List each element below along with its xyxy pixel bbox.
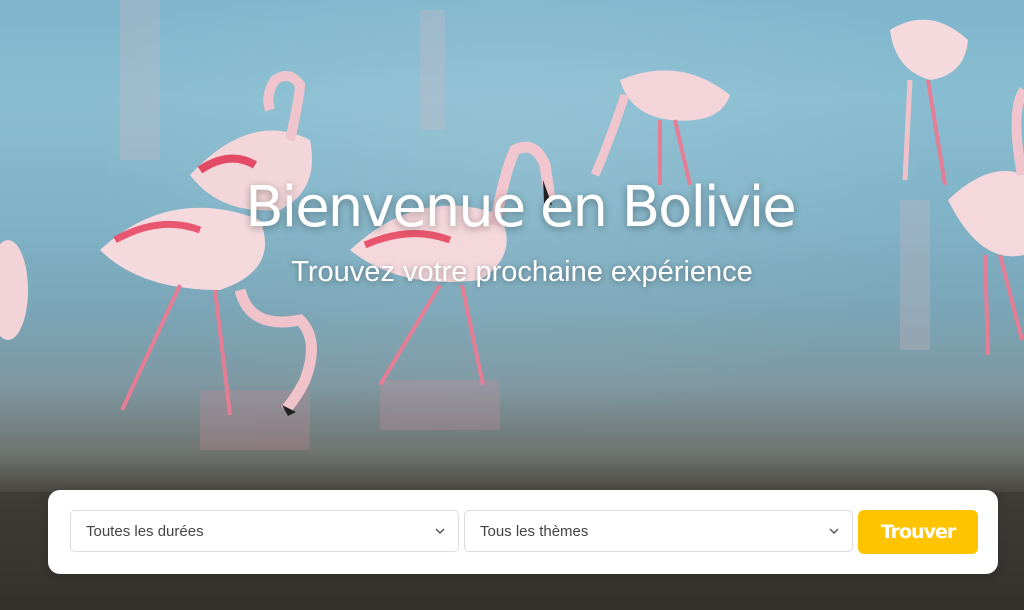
flamingo-photo	[0, 0, 1024, 450]
hero-banner: Bienvenue en Bolivie Trouvez votre proch…	[0, 0, 1024, 492]
page-subtitle: Trouvez votre prochaine expérience	[291, 256, 753, 288]
chevron-down-icon	[829, 528, 839, 534]
theme-select-value: Tous les thèmes	[480, 523, 589, 540]
duration-select-value: Toutes les durées	[86, 523, 204, 540]
page-title: Bienvenue en Bolivie	[245, 175, 796, 240]
search-form: Toutes les durées Tous les thèmes Trouve…	[48, 490, 998, 574]
search-button[interactable]: Trouver	[858, 510, 978, 554]
chevron-down-icon	[435, 528, 445, 534]
theme-select[interactable]: Tous les thèmes	[464, 510, 853, 552]
duration-select[interactable]: Toutes les durées	[70, 510, 459, 552]
